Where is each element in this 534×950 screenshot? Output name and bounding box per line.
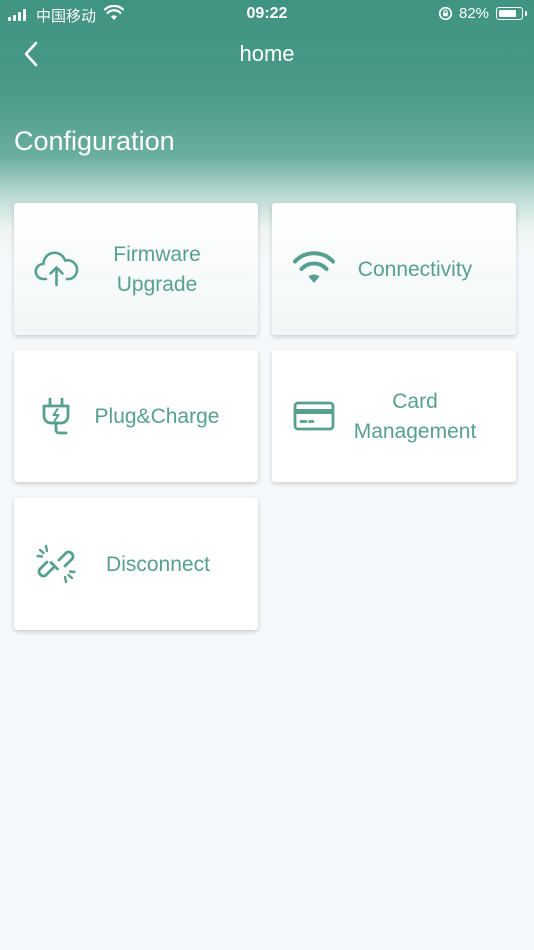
plug-and-charge-label: Plug&Charge xyxy=(86,402,228,432)
label-line: Plug&Charge xyxy=(94,405,220,428)
connectivity-label: Connectivity xyxy=(348,255,482,285)
label-line: Card xyxy=(392,390,438,413)
firmware-upgrade-label: Firmware Upgrade xyxy=(94,240,220,300)
card-management-card[interactable]: Card Management xyxy=(272,350,516,482)
battery-icon xyxy=(496,7,527,20)
rotation-lock-icon xyxy=(438,6,453,21)
battery-level xyxy=(498,9,516,17)
unlink-icon xyxy=(36,544,76,584)
status-time: 09:22 xyxy=(246,5,288,22)
cloud-upload-icon xyxy=(34,251,79,287)
label-line: Upgrade xyxy=(116,273,198,296)
plug-icon xyxy=(42,397,70,435)
wifi-icon xyxy=(293,251,335,283)
firmware-upgrade-card[interactable]: Firmware Upgrade xyxy=(14,203,258,335)
label-line: Firmware xyxy=(113,243,201,266)
credit-card-icon xyxy=(293,401,335,431)
disconnect-card[interactable]: Disconnect xyxy=(14,498,258,630)
battery-percentage: 82% xyxy=(459,5,490,22)
label-line: Disconnect xyxy=(106,553,210,576)
section-title: Configuration xyxy=(14,126,175,156)
page-title: home xyxy=(239,41,295,66)
disconnect-label: Disconnect xyxy=(94,550,222,580)
connectivity-card[interactable]: Connectivity xyxy=(272,203,516,335)
status-bar: 中国移动 09:22 82% xyxy=(0,0,534,30)
label-line: Management xyxy=(353,420,477,443)
label-line: Connectivity xyxy=(357,258,473,281)
plug-and-charge-card[interactable]: Plug&Charge xyxy=(14,350,258,482)
card-management-label: Card Management xyxy=(346,387,484,447)
